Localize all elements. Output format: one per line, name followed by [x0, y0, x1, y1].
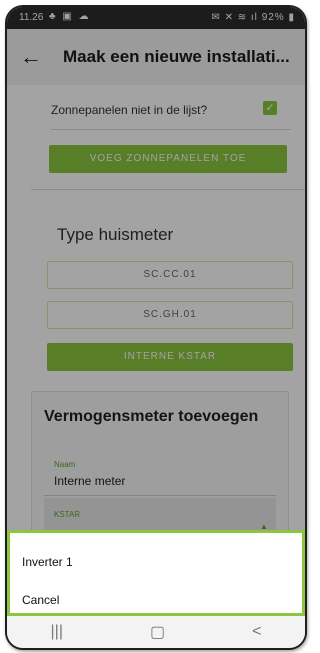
menu-item-inverter-1[interactable]: Inverter 1 [22, 555, 73, 569]
page-title: Maak een nieuwe installati... [63, 47, 290, 66]
power-meter-title: Vermogensmeter toevoegen [44, 408, 259, 425]
android-nav-bar: ||| ▢ < [7, 616, 305, 648]
meter-type-title: Type huismeter [57, 225, 174, 244]
kstar-label: KSTAR [54, 510, 81, 519]
meter-option-interne-kstar[interactable]: INTERNE KSTAR [47, 343, 293, 371]
phone-frame: 11.26 ♣ ▣ ☁ ✉ ✕ ≋ ıl 92% ▮ ← Maak een ni… [5, 5, 307, 650]
menu-item-cancel[interactable]: Cancel [22, 593, 59, 607]
recent-apps-icon[interactable]: ||| [51, 623, 63, 641]
meter-option-sc-cc-01[interactable]: SC.CC.01 [47, 261, 293, 289]
name-field-label: Naam [54, 460, 76, 469]
battery-percent: 92% [261, 12, 285, 23]
add-solar-panels-button[interactable]: VOEG ZONNEPANELEN TOE [49, 145, 287, 173]
solar-not-listed-label: Zonnepanelen niet in de lijst? [51, 103, 208, 117]
notification-icons: ♣ ▣ ☁ [49, 11, 91, 22]
app-bar: ← Maak een nieuwe installati... [7, 29, 305, 85]
battery-icon: ▮ [288, 12, 295, 23]
back-arrow-icon[interactable]: ← [11, 44, 51, 70]
status-time: 11.26 [19, 12, 44, 23]
meter-option-sc-gh-01[interactable]: SC.GH.01 [47, 301, 293, 329]
home-icon[interactable]: ▢ [150, 622, 165, 642]
divider [31, 189, 305, 190]
solar-not-listed-checkbox[interactable]: ✓ [263, 101, 277, 115]
wifi-signal-icons: ✉ ✕ ≋ ıl [211, 12, 258, 23]
name-field-value[interactable]: Interne meter [54, 474, 125, 488]
status-right: ✉ ✕ ≋ ıl 92% ▮ [211, 12, 295, 23]
name-field-underline [44, 495, 276, 496]
dropdown-popup: Inverter 1 Cancel [7, 530, 305, 616]
back-nav-icon[interactable]: < [252, 623, 261, 641]
status-bar: 11.26 ♣ ▣ ☁ ✉ ✕ ≋ ıl 92% ▮ [7, 7, 305, 29]
divider [51, 129, 291, 130]
